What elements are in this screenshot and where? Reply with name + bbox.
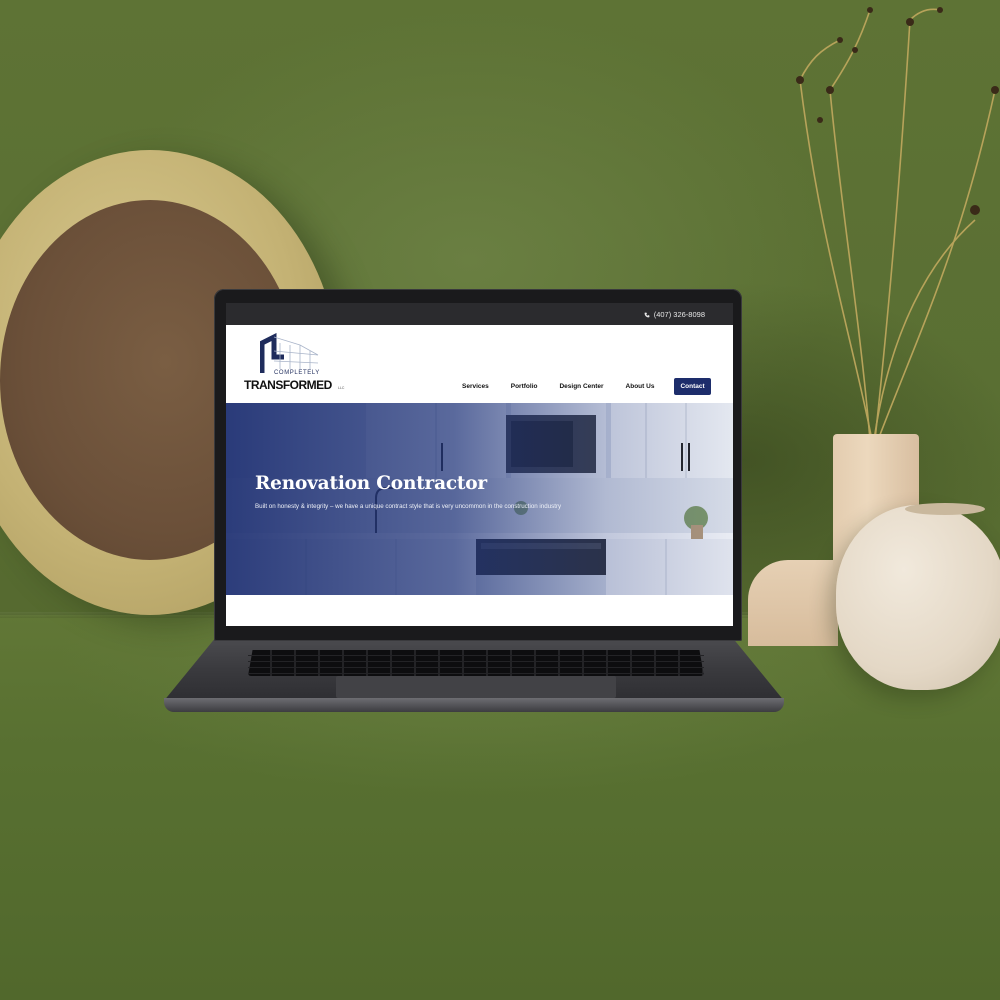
- hero-overlay: [226, 403, 733, 595]
- main-nav: Services Portfolio Design Center About U…: [462, 378, 711, 395]
- laptop-keyboard-rows: [248, 650, 704, 676]
- site-logo[interactable]: COMPLETELY TRANSFORMED LLC: [244, 333, 364, 397]
- vase-base: [748, 560, 838, 646]
- nav-about-us[interactable]: About Us: [626, 383, 655, 390]
- round-vase-mouth: [905, 503, 985, 515]
- phone-icon: [644, 312, 650, 317]
- dried-flowers: [796, 7, 999, 440]
- contact-button[interactable]: Contact: [674, 378, 711, 395]
- nav-portfolio[interactable]: Portfolio: [511, 383, 538, 390]
- round-vase: [836, 505, 1000, 690]
- logo-house-icon: [260, 333, 319, 373]
- phone-link[interactable]: (407) 326-8098: [644, 310, 705, 319]
- site-header: COMPLETELY TRANSFORMED LLC Services Port…: [226, 325, 733, 403]
- hero-title: Renovation Contractor: [255, 473, 487, 494]
- hero-banner: Renovation Contractor Built on honesty &…: [226, 403, 733, 595]
- nav-services[interactable]: Services: [462, 383, 489, 390]
- laptop-front-edge: [164, 698, 784, 712]
- page-content-start: [226, 595, 733, 626]
- top-bar: (407) 326-8098: [226, 303, 733, 325]
- nav-design-center[interactable]: Design Center: [559, 383, 603, 390]
- logo-line1: COMPLETELY: [274, 370, 320, 376]
- hero-subtitle: Built on honesty & integrity – we have a…: [255, 503, 562, 510]
- laptop-trackpad: [336, 676, 616, 698]
- phone-number: (407) 326-8098: [653, 310, 705, 319]
- laptop-screen: (407) 326-8098 COMPLETELY TRANSFORMED LL…: [226, 303, 733, 626]
- logo-line2: TRANSFORMED: [244, 378, 332, 392]
- logo-suffix: LLC: [338, 386, 345, 390]
